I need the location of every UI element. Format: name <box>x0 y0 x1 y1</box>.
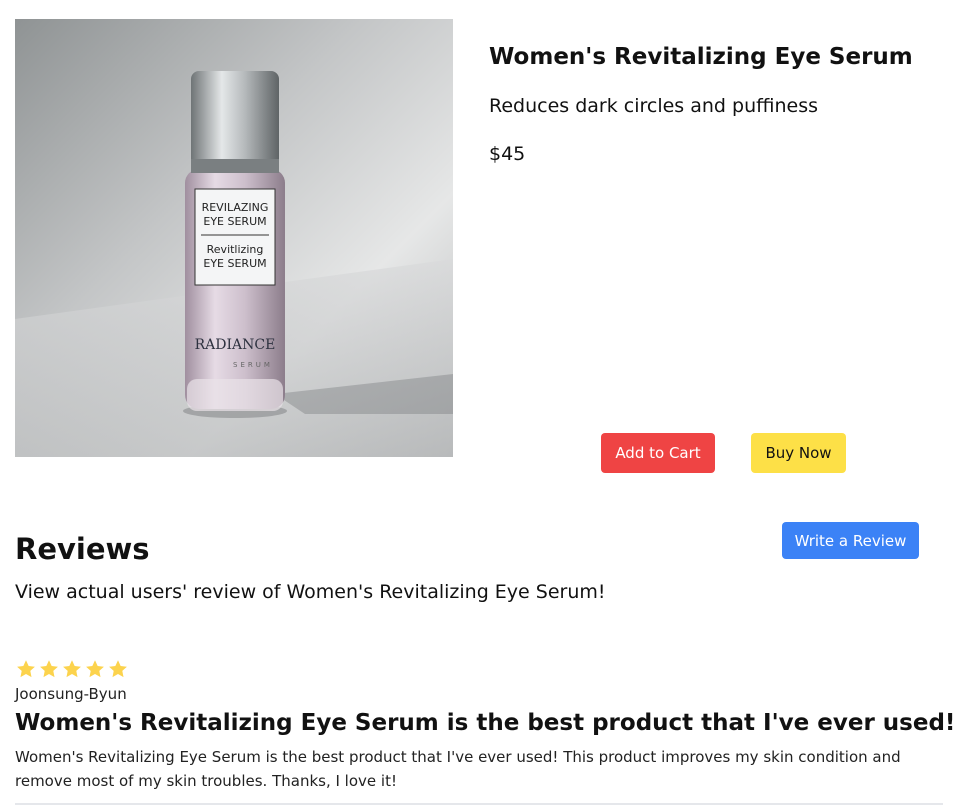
star-icon <box>40 660 58 678</box>
add-to-cart-button[interactable]: Add to Cart <box>601 433 715 473</box>
star-icon <box>86 660 104 678</box>
rating-stars <box>15 658 129 682</box>
product-price: $45 <box>489 143 526 165</box>
label-line2-text: EYE SERUM <box>203 215 266 228</box>
review-body: Women's Revitalizing Eye Serum is the be… <box>15 748 901 790</box>
star-icon <box>17 660 35 678</box>
reviews-intro: View actual users' review of Women's Rev… <box>15 581 606 603</box>
review-title: Women's Revitalizing Eye Serum is the be… <box>15 710 955 736</box>
product-subtitle: Reduces dark circles and puffiness <box>489 95 819 117</box>
brand-text: RADIANCE <box>195 337 276 353</box>
review-author: Joonsung-Byun <box>15 685 127 703</box>
product-page: REVILAZING EYE SERUM Revitlizing EYE SER… <box>0 0 955 810</box>
label-line4-text: EYE SERUM <box>203 257 266 270</box>
label-line1-text: REVILAZING <box>202 201 269 214</box>
label-line3-text: Revitlizing <box>207 243 264 256</box>
product-image: REVILAZING EYE SERUM Revitlizing EYE SER… <box>15 19 453 457</box>
buy-now-button[interactable]: Buy Now <box>751 433 846 473</box>
product-title: Women's Revitalizing Eye Serum <box>489 44 913 70</box>
reviews-heading: Reviews <box>15 532 150 566</box>
review-item: Joonsung-Byun Women's Revitalizing Eye S… <box>15 655 955 805</box>
star-icon <box>109 660 127 678</box>
brand-sub-text: SERUM <box>233 361 273 369</box>
write-review-button[interactable]: Write a Review <box>782 522 919 559</box>
star-icon <box>63 660 81 678</box>
